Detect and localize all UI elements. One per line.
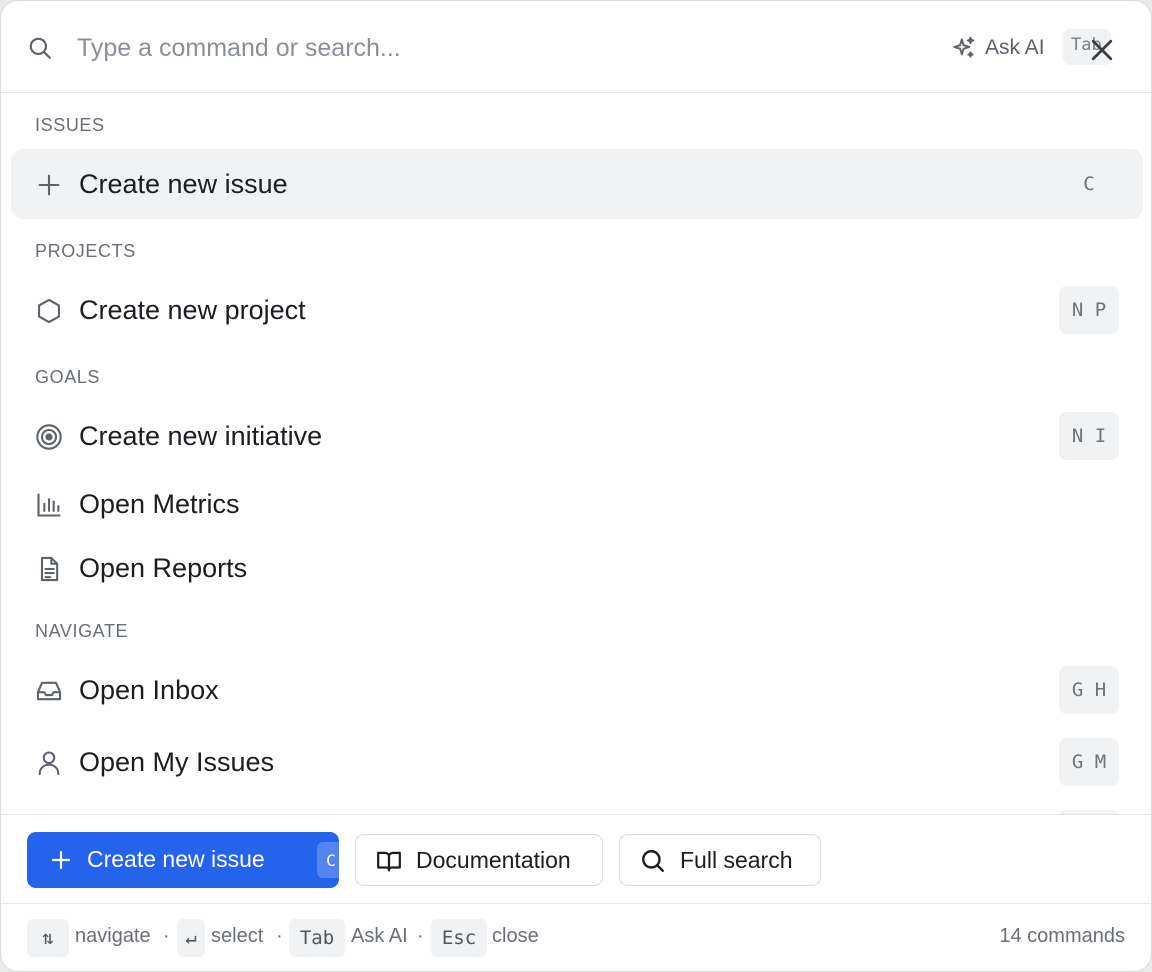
full-search-button[interactable]: Full search	[619, 834, 821, 886]
keyboard-hints-footer: ⇅ navigate · ↵ select · Tab Ask AI · Esc…	[1, 905, 1151, 971]
plus-icon	[51, 850, 71, 870]
section-heading-navigate: NAVIGATE	[35, 621, 129, 641]
ask-ai-hint: Ask AI	[351, 925, 408, 947]
ask-ai-label: Ask AI	[985, 36, 1045, 59]
sparkles-icon	[953, 36, 975, 58]
inbox-icon	[36, 681, 62, 701]
documentation-button[interactable]: Documentation	[355, 834, 603, 886]
command-label: Open Metrics	[79, 489, 240, 519]
command-open-inbox[interactable]: Open Inbox G H	[11, 655, 1143, 725]
documentation-label: Documentation	[416, 847, 571, 873]
bar-chart-icon	[37, 493, 61, 517]
command-count: 14 commands	[999, 925, 1125, 947]
select-key-badge: ↵	[177, 919, 205, 957]
command-label: Open Inbox	[79, 675, 219, 705]
separator: ·	[276, 925, 283, 947]
search-input[interactable]	[77, 27, 837, 69]
navigate-key-badge: ⇅	[27, 919, 69, 957]
search-icon	[642, 850, 664, 872]
command-open-reports[interactable]: Open Reports	[11, 533, 1143, 603]
command-open-my-issues[interactable]: Open My Issues G M	[11, 727, 1143, 797]
full-search-label: Full search	[680, 847, 793, 873]
tab-key-badge: Tab	[289, 919, 345, 957]
command-palette-header: Ask AI Tab	[1, 1, 1151, 93]
shortcut-badge: G H	[1059, 666, 1119, 714]
create-new-issue-label: Create new issue	[87, 846, 265, 872]
select-hint: select	[211, 925, 264, 947]
navigate-hint: navigate	[75, 925, 151, 947]
command-label: Open Reports	[79, 553, 248, 583]
command-label: Create new project	[79, 295, 306, 325]
section-heading-goals: GOALS	[35, 367, 101, 387]
command-create-new-issue[interactable]: Create new issue C	[11, 149, 1143, 219]
section-heading-issues: ISSUES	[35, 115, 105, 135]
separator: ·	[163, 925, 170, 947]
section-heading-projects: PROJECTS	[35, 241, 136, 261]
command-create-new-project[interactable]: Create new project N P	[11, 275, 1143, 345]
close-hint: close	[492, 925, 539, 947]
separator: ·	[417, 925, 424, 947]
shortcut-badge: C	[1083, 173, 1095, 195]
command-palette: Ask AI Tab ISSUES Create new issue C PRO…	[0, 0, 1152, 972]
shortcut-badge: C	[317, 842, 345, 878]
command-open-metrics[interactable]: Open Metrics	[11, 469, 1143, 539]
shortcut-badge: N P	[1059, 286, 1119, 334]
shortcut-badge: N I	[1059, 412, 1119, 460]
target-icon	[36, 424, 62, 450]
command-label: Open My Issues	[79, 747, 275, 777]
document-icon	[40, 556, 59, 582]
search-icon	[29, 37, 51, 59]
hexagon-icon	[38, 298, 60, 324]
user-icon	[38, 751, 60, 776]
plus-icon	[38, 174, 60, 196]
command-label: Create new initiative	[79, 421, 323, 451]
action-bar: Create new issue C Documentation Full se…	[1, 814, 1151, 904]
command-create-new-initiative[interactable]: Create new initiative N I	[11, 401, 1143, 471]
ask-ai-button[interactable]: Ask AI	[951, 33, 1045, 63]
close-icon[interactable]	[1087, 35, 1117, 65]
command-list: ISSUES Create new issue C PROJECTS Creat…	[1, 94, 1151, 814]
esc-key-badge: Esc	[431, 919, 487, 957]
command-label: Create new issue	[79, 169, 288, 199]
book-icon	[377, 851, 401, 872]
create-new-issue-button[interactable]: Create new issue C	[27, 832, 345, 888]
shortcut-badge: G M	[1059, 738, 1119, 786]
